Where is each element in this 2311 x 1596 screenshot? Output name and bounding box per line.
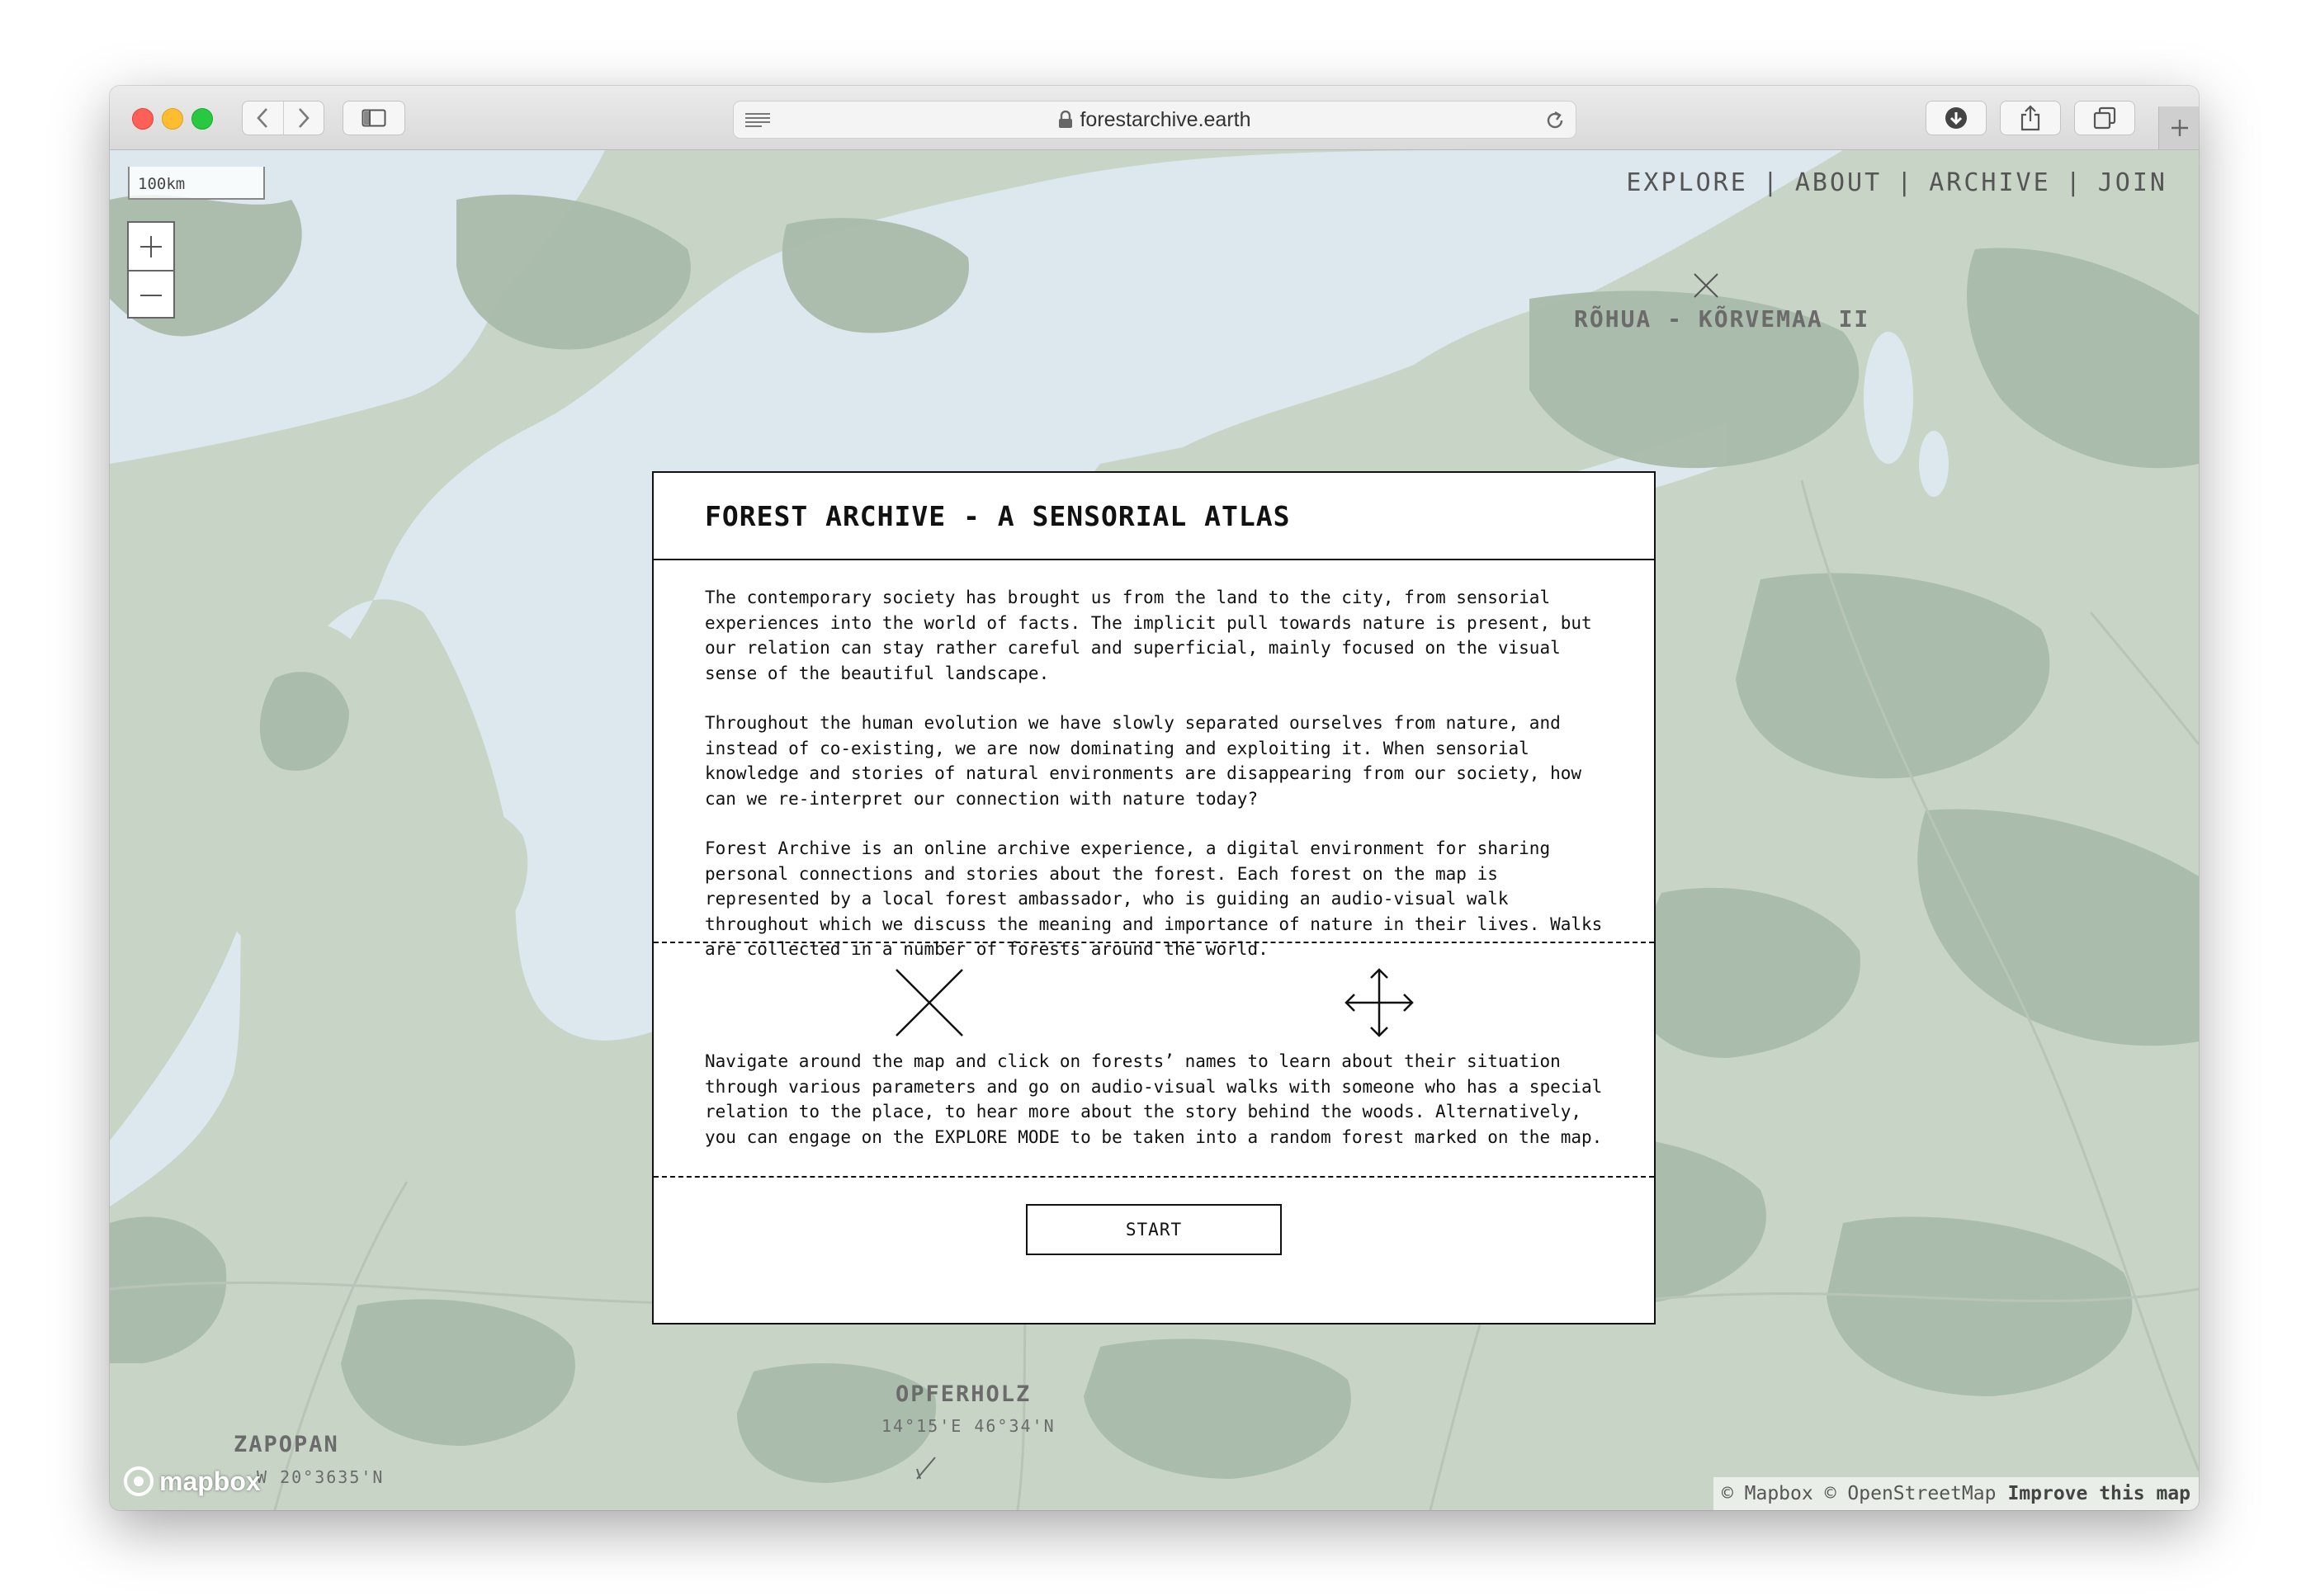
nav-about[interactable]: ABOUT	[1795, 168, 1882, 197]
minimize-window-button[interactable]	[162, 108, 183, 130]
forward-button[interactable]	[282, 102, 324, 135]
attribution-mapbox[interactable]: © Mapbox	[1722, 1483, 1813, 1504]
download-icon	[1945, 107, 1967, 129]
forest-label-opferholz[interactable]: OPFERHOLZ	[896, 1381, 1031, 1407]
start-button[interactable]: START	[1026, 1203, 1282, 1255]
mapbox-logo[interactable]: mapbox	[123, 1466, 261, 1497]
share-icon	[2020, 105, 2040, 131]
improve-map-link[interactable]: Improve this map	[2007, 1483, 2190, 1504]
intro-paragraph: The contemporary society has brought us …	[705, 588, 1592, 683]
sidebar-toggle-button[interactable]	[343, 101, 405, 135]
nav-archive[interactable]: ARCHIVE	[1929, 168, 2050, 197]
close-window-button[interactable]	[132, 108, 154, 130]
navigation-instructions: Navigate around the map and click on for…	[705, 1051, 1603, 1147]
nav-separator: |	[1762, 168, 1780, 197]
zoom-out-button[interactable]	[129, 270, 173, 319]
zoom-in-button[interactable]	[129, 223, 173, 270]
map-canvas[interactable]: 100km EXPLORE | ABOUT | ARCHIVE | JOIN R…	[110, 150, 2199, 1510]
zoom-control	[127, 221, 175, 319]
browser-toolbar: forestarchive.earth	[110, 86, 2199, 150]
sidebar-icon	[362, 109, 386, 127]
maximize-window-button[interactable]	[191, 108, 213, 130]
mapbox-logo-text: mapbox	[159, 1466, 261, 1496]
url-text: forestarchive.earth	[1080, 107, 1251, 131]
address-bar[interactable]: forestarchive.earth	[733, 101, 1576, 139]
url-display: forestarchive.earth	[734, 102, 1576, 138]
history-nav	[242, 101, 324, 135]
plus-icon	[140, 235, 162, 257]
modal-navigation-help: Navigate around the map and click on for…	[654, 943, 1654, 1178]
forest-marker-icon[interactable]	[1693, 272, 1719, 299]
forest-coord-zapopan: W 20°3635'N	[257, 1467, 385, 1487]
forest-label-rohua[interactable]: RÕHUA - KÕRVEMAA II	[1574, 305, 1869, 333]
downloads-button[interactable]	[1926, 101, 1987, 135]
back-button[interactable]	[243, 102, 283, 135]
map-attribution: © Mapbox © OpenStreetMap Improve this ma…	[1713, 1477, 2199, 1510]
mapbox-logo-icon	[124, 1466, 154, 1496]
nav-join[interactable]: JOIN	[2098, 168, 2167, 197]
modal-title: FOREST ARCHIVE - A SENSORIAL ATLAS	[705, 499, 1291, 532]
nav-separator: |	[2065, 168, 2083, 197]
share-button[interactable]	[2000, 101, 2061, 135]
nav-separator: |	[1897, 168, 1915, 197]
chevron-left-icon	[257, 108, 268, 128]
tabs-overview-button[interactable]	[2074, 101, 2135, 135]
forest-marker-icon[interactable]	[915, 1456, 937, 1480]
intro-paragraph: Throughout the human evolution we have s…	[705, 713, 1582, 809]
modal-intro-text: The contemporary society has brought us …	[654, 560, 1654, 959]
new-tab-button[interactable]	[2158, 106, 2199, 149]
plus-icon	[2171, 120, 2188, 136]
forest-marker-x-icon	[896, 969, 963, 1036]
top-navigation: EXPLORE | ABOUT | ARCHIVE | JOIN	[1626, 168, 2167, 197]
reload-icon[interactable]	[1544, 110, 1566, 131]
modal-footer: START	[654, 1178, 1654, 1281]
forest-label-zapopan[interactable]: ZAPOPAN	[234, 1432, 339, 1457]
chevron-right-icon	[298, 108, 310, 128]
map-scale: 100km	[128, 167, 265, 200]
move-arrows-icon	[1345, 968, 1414, 1037]
forest-coord-opferholz: 14°15'E 46°34'N	[881, 1416, 1056, 1436]
attribution-osm[interactable]: © OpenStreetMap	[1825, 1483, 1997, 1504]
tabs-icon	[2093, 106, 2116, 130]
minus-icon	[140, 294, 162, 296]
browser-window: forestarchive.earth 100km EXPLORE | ABOU…	[110, 86, 2199, 1510]
lock-icon	[1059, 111, 1073, 128]
modal-header: FOREST ARCHIVE - A SENSORIAL ATLAS	[654, 473, 1654, 560]
nav-explore[interactable]: EXPLORE	[1626, 168, 1747, 197]
intro-modal: FOREST ARCHIVE - A SENSORIAL ATLAS The c…	[652, 471, 1656, 1324]
